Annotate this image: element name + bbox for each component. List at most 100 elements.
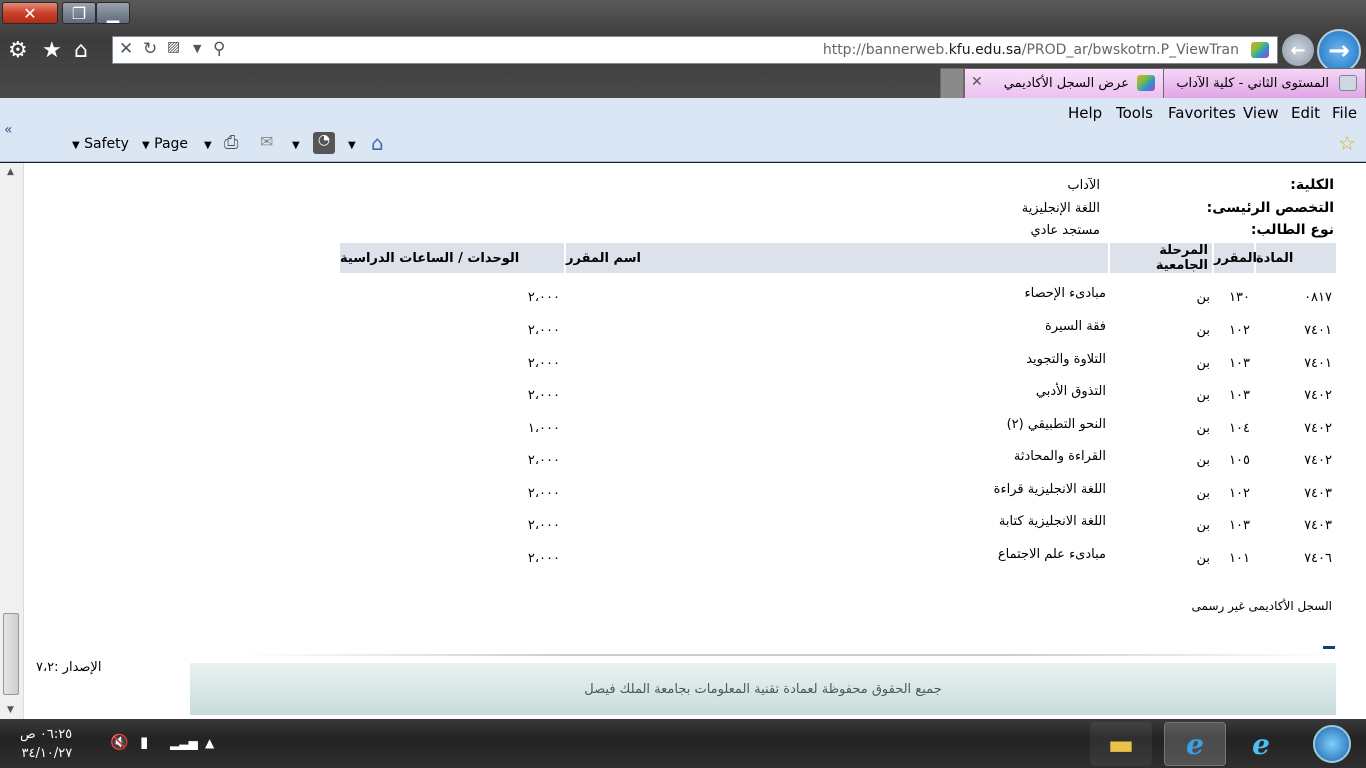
menu-file[interactable]: File bbox=[1332, 104, 1357, 122]
favorites-star-icon[interactable]: ★ bbox=[42, 38, 62, 63]
scroll-up-icon[interactable]: ▲ bbox=[7, 167, 14, 177]
new-tab-button[interactable] bbox=[940, 68, 964, 98]
table-row: ٠٨١٧ ١٣٠ بن مبادىء الإحصاء ٢،٠٠٠ bbox=[340, 286, 1336, 318]
gear-icon[interactable]: ⚙ bbox=[8, 38, 28, 63]
college-label: الكلية: bbox=[1290, 177, 1334, 193]
vertical-scrollbar[interactable]: ▲ ▼ bbox=[0, 163, 24, 719]
volume-muted-icon[interactable]: 🔇 bbox=[110, 733, 129, 751]
cell-subject: ٧٤٠٢ bbox=[1304, 453, 1332, 468]
internet-explorer-icon: ℯ bbox=[1186, 727, 1204, 761]
student-type-label: نوع الطالب: bbox=[1250, 222, 1334, 238]
dropdown-arrow-icon[interactable]: ▼ bbox=[193, 42, 201, 55]
show-hidden-icons[interactable]: ▲ bbox=[205, 736, 214, 750]
safety-menu[interactable]: ▼ Safety bbox=[72, 136, 129, 152]
cell-units: ١،٠٠٠ bbox=[527, 421, 560, 436]
power-icon[interactable]: ▮ bbox=[140, 733, 148, 751]
cell-units: ٢،٠٠٠ bbox=[527, 388, 560, 403]
header-subject: المادة bbox=[1256, 243, 1336, 273]
page-favicon-icon bbox=[1339, 75, 1357, 91]
read-mail-icon[interactable]: ✉ bbox=[260, 132, 273, 151]
cell-level: بن bbox=[1196, 421, 1210, 436]
cell-units: ٢،٠٠٠ bbox=[527, 323, 560, 338]
cell-subject: ٧٤٠٣ bbox=[1304, 518, 1332, 533]
window-minimize-button[interactable]: ▁ bbox=[96, 2, 130, 24]
back-button[interactable]: ← bbox=[1282, 34, 1314, 66]
cell-course-name: القراءة والمحادثة bbox=[1013, 449, 1106, 464]
student-type-value: مستجد عادي bbox=[1030, 223, 1100, 238]
mail-dropdown-icon[interactable]: ▼ bbox=[292, 136, 300, 152]
clock-date: ٣٤/١٠/٢٧ bbox=[21, 746, 73, 761]
menu-tools[interactable]: Tools bbox=[1116, 104, 1153, 122]
cell-course-name: التلاوة والتجويد bbox=[1026, 352, 1106, 367]
address-bar[interactable]: ✕ ↻ ▨ ▼ ⚲ http://bannerweb.kfu.edu.sa/PR… bbox=[112, 36, 1278, 64]
network-signal-icon[interactable]: ▂▃▅ bbox=[170, 736, 198, 750]
menu-favorites[interactable]: Favorites bbox=[1168, 104, 1236, 122]
start-button[interactable] bbox=[1302, 722, 1362, 766]
cell-course: ١٣٠ bbox=[1229, 290, 1250, 305]
window-maximize-button[interactable]: ❐ bbox=[62, 2, 96, 24]
tab-label: عرض السجل الأكاديمي bbox=[1003, 76, 1129, 91]
menu-help[interactable]: Help bbox=[1068, 104, 1102, 122]
college-value: الآداب bbox=[1067, 178, 1100, 193]
print-icon[interactable]: ⎙ bbox=[224, 132, 238, 153]
tab-bar: المستوى الثاني - كلية الآداب عرض السجل ا… bbox=[0, 68, 1366, 98]
tab-label: المستوى الثاني - كلية الآداب bbox=[1176, 76, 1329, 91]
window-close-button[interactable]: ✕ bbox=[2, 2, 58, 24]
cell-course: ١٠٣ bbox=[1229, 518, 1250, 533]
page-dash-marker bbox=[1323, 646, 1335, 649]
compatibility-view-icon[interactable]: ▨ bbox=[167, 39, 180, 55]
cell-course-name: فقة السيرة bbox=[1045, 319, 1106, 334]
cell-level: بن bbox=[1196, 551, 1210, 566]
print-dropdown-icon[interactable]: ▼ bbox=[204, 136, 212, 152]
site-favicon-icon bbox=[1137, 75, 1155, 91]
menu-edit[interactable]: Edit bbox=[1291, 104, 1320, 122]
cell-level: بن bbox=[1196, 388, 1210, 403]
system-clock[interactable]: ٠٦:٢٥ ص ٣٤/١٠/٢٧ bbox=[20, 725, 72, 763]
tab-academic-record[interactable]: عرض السجل الأكاديمي ✕ bbox=[964, 68, 1164, 98]
cell-units: ٢،٠٠٠ bbox=[527, 518, 560, 533]
copyright-footer: جميع الحقوق محفوظة لعمادة تقنية المعلوما… bbox=[190, 663, 1336, 715]
unofficial-note: السجل الأكاديمى غير رسمى bbox=[1191, 599, 1332, 613]
footer-divider bbox=[240, 654, 1336, 656]
table-row: ٧٤٠٦ ١٠١ بن مبادىء علم الاجتماع ٢،٠٠٠ bbox=[340, 547, 1336, 579]
cell-subject: ٧٤٠٦ bbox=[1304, 551, 1332, 566]
header-course: المقرر bbox=[1214, 243, 1257, 273]
menu-view[interactable]: View bbox=[1243, 104, 1279, 122]
clock-time: ٠٦:٢٥ ص bbox=[20, 727, 73, 742]
cell-units: ٢،٠٠٠ bbox=[527, 290, 560, 305]
cell-level: بن bbox=[1196, 518, 1210, 533]
tab-level-two[interactable]: المستوى الثاني - كلية الآداب bbox=[1162, 68, 1366, 98]
internet-explorer-alt-icon: ℯ bbox=[1252, 727, 1270, 761]
version-label: الإصدار :٧،٢ bbox=[36, 660, 102, 675]
cell-course: ١٠٢ bbox=[1229, 486, 1250, 501]
cell-level: بن bbox=[1196, 453, 1210, 468]
cell-course: ١٠٣ bbox=[1229, 388, 1250, 403]
scroll-down-icon[interactable]: ▼ bbox=[7, 705, 14, 715]
cell-course: ١٠٣ bbox=[1229, 356, 1250, 371]
cell-course: ١٠٥ bbox=[1229, 453, 1250, 468]
feeds-dropdown-icon[interactable]: ▼ bbox=[348, 136, 356, 152]
browser-title-bar: ✕ ❐ ▁ ⚙ ★ ⌂ ✕ ↻ ▨ ▼ ⚲ http://bannerweb.k… bbox=[0, 0, 1366, 98]
taskbar: ٠٦:٢٥ ص ٣٤/١٠/٢٧ 🔇 ▮ ▂▃▅ ▲ ▬ ℯ ℯ bbox=[0, 719, 1366, 768]
feeds-icon[interactable]: ◔ bbox=[313, 132, 335, 154]
cell-course: ١٠٢ bbox=[1229, 323, 1250, 338]
refresh-icon[interactable]: ↻ bbox=[143, 39, 157, 59]
add-favorites-icon[interactable]: ☆ bbox=[1338, 131, 1356, 155]
page-menu[interactable]: ▼ Page bbox=[142, 136, 188, 152]
scrollbar-thumb[interactable] bbox=[3, 613, 19, 695]
cell-subject: ٧٤٠١ bbox=[1304, 356, 1332, 371]
cell-subject: ٧٤٠١ bbox=[1304, 323, 1332, 338]
stop-icon[interactable]: ✕ bbox=[119, 39, 133, 59]
ie-pinned-button[interactable]: ℯ bbox=[1230, 722, 1292, 766]
home-icon[interactable]: ⌂ bbox=[74, 38, 88, 63]
header-level: المرحلة الجامعية bbox=[1110, 243, 1212, 273]
windows-logo-icon bbox=[1313, 725, 1351, 763]
explorer-taskbar-button[interactable]: ▬ bbox=[1090, 722, 1152, 766]
forward-button[interactable]: → bbox=[1317, 29, 1361, 73]
tab-close-icon[interactable]: ✕ bbox=[971, 74, 983, 90]
search-icon[interactable]: ⚲ bbox=[213, 39, 225, 59]
ie-taskbar-button[interactable]: ℯ bbox=[1164, 722, 1226, 766]
table-row: ٧٤٠٢ ١٠٥ بن القراءة والمحادثة ٢،٠٠٠ bbox=[340, 449, 1336, 481]
home-page-icon[interactable]: ⌂ bbox=[371, 131, 384, 155]
show-more-chevron[interactable]: « bbox=[4, 122, 13, 138]
